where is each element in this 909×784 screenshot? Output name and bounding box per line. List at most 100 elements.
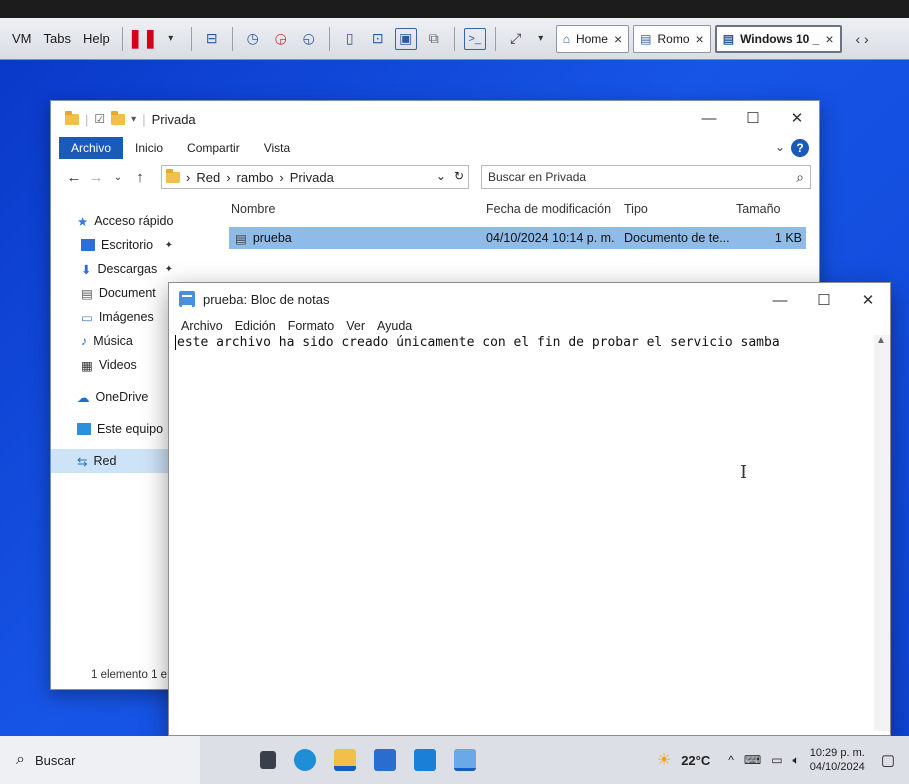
menu-ayuda[interactable]: Ayuda (371, 319, 418, 333)
column-tamano[interactable]: Tamaño (736, 198, 806, 220)
sidebar-item-escritorio[interactable]: Escritorio ✦ (51, 233, 181, 257)
home-icon: ⌂ (562, 31, 570, 46)
tab-windows-10[interactable]: ▤ Windows 10 _ × (714, 24, 842, 53)
pause-icon[interactable]: ❚❚ (128, 28, 158, 50)
status-bar: 1 elemento 1 e (91, 669, 168, 681)
sidebar-item-label: Acceso rápido (94, 214, 174, 228)
sidebar-toggle-icon[interactable]: ▯ (339, 28, 361, 50)
chevron-up-icon[interactable]: ^ (728, 753, 734, 767)
maximize-icon[interactable]: ☐ (731, 101, 775, 135)
close-icon[interactable]: × (825, 31, 833, 47)
sidebar-item-imagenes[interactable]: ▭ Imágenes (51, 305, 181, 329)
sidebar-item-descargas[interactable]: ⬇ Descargas ✦ (51, 257, 181, 281)
minimize-icon[interactable]: — (687, 101, 731, 135)
revert-snapshot-icon[interactable]: ◶ (270, 28, 292, 50)
search-input[interactable]: Buscar en Privada ⌕ (481, 165, 811, 189)
breadcrumb-rambo[interactable]: rambo (237, 170, 274, 185)
mail-icon[interactable] (414, 749, 436, 771)
close-icon[interactable]: ✕ (846, 283, 890, 317)
language-icon[interactable]: ⌨ (744, 753, 761, 767)
table-row[interactable]: ▤ prueba 04/10/2024 10:14 p. m. Document… (229, 227, 806, 249)
tab-archivo[interactable]: Archivo (59, 137, 124, 159)
address-bar[interactable]: › Red › rambo › Privada ⌄ ↻ (161, 165, 469, 189)
menu-ver[interactable]: Ver (340, 319, 371, 333)
forward-icon[interactable]: → (85, 169, 107, 186)
unity-icon[interactable]: ⧉ (423, 28, 445, 50)
search-icon: ⌕ (16, 751, 25, 768)
clock-date: 04/10/2024 (809, 761, 865, 773)
sidebar-item-videos[interactable]: ▦ Videos (51, 353, 181, 377)
chevron-down-icon[interactable]: ▾ (530, 28, 552, 50)
vm-menu-tabs[interactable]: Tabs (38, 31, 77, 46)
close-icon[interactable]: × (696, 31, 704, 47)
file-name: prueba (252, 231, 292, 245)
menu-edicion[interactable]: Edición (229, 319, 282, 333)
maximize-icon[interactable]: ☐ (802, 283, 846, 317)
weather-icon: ☀ (656, 752, 672, 769)
sidebar-item-onedrive[interactable]: ☁ OneDrive (51, 385, 181, 409)
expand-ribbon-icon[interactable]: ⌄ (775, 140, 785, 154)
vm-menu-vm[interactable]: VM (0, 31, 38, 46)
notepad-window: prueba: Bloc de notas — ☐ ✕ Archivo Edic… (168, 282, 891, 736)
breadcrumb-privada[interactable]: Privada (290, 170, 334, 185)
menu-archivo[interactable]: Archivo (175, 319, 229, 333)
properties-icon[interactable]: ☑ (94, 112, 105, 126)
clock[interactable]: 10:29 p. m. 04/10/2024 (810, 746, 865, 774)
volume-icon[interactable]: 🔈︎ (793, 753, 800, 768)
sidebar-item-documentos[interactable]: ▤ Document (51, 281, 181, 305)
tab-compartir[interactable]: Compartir (175, 137, 252, 159)
notepad-taskbar-icon[interactable] (454, 749, 476, 771)
column-tipo[interactable]: Tipo (624, 198, 736, 220)
screen: VM Tabs Help ❚❚ ▾ ⊟ ◷ ◶ ◵ ▯ ⊡ ▣ ⧉ >_ ⤢ ▾… (0, 0, 909, 784)
fullscreen-icon[interactable]: ⤢ (505, 28, 527, 50)
sidebar-item-red[interactable]: ⇆ Red (51, 449, 181, 473)
edge-icon[interactable] (294, 749, 316, 771)
fit-guest-icon[interactable]: ▣ (394, 27, 417, 50)
customize-qa-icon[interactable]: ▾ (131, 114, 136, 125)
file-date: 04/10/2024 10:14 p. m. (486, 231, 615, 245)
up-icon[interactable]: ↑ (129, 169, 151, 186)
computer-icon (77, 423, 91, 435)
minimize-icon[interactable]: — (758, 283, 802, 317)
vm-menu-help[interactable]: Help (77, 31, 116, 46)
network-adapter-icon[interactable]: ⊟ (201, 28, 223, 50)
new-folder-icon[interactable] (111, 110, 126, 125)
search-label: Buscar (34, 752, 76, 768)
back-icon[interactable]: ← (63, 169, 85, 186)
tab-romo[interactable]: ▤ Romo × (633, 24, 711, 53)
recent-locations-icon[interactable]: ⌄ (107, 172, 129, 183)
taskbar-search[interactable]: ⌕ Buscar (0, 736, 200, 784)
console-icon[interactable]: >_ (463, 27, 486, 50)
navigation-pane: ★ Acceso rápido Escritorio ✦ ⬇ Descargas… (51, 209, 181, 679)
tab-home[interactable]: ⌂ Home × (555, 24, 630, 53)
column-nombre[interactable]: Nombre (231, 198, 486, 220)
store-icon[interactable] (374, 749, 396, 771)
weather-temp[interactable]: 22°C (681, 753, 710, 768)
refresh-icon[interactable]: ↻ (454, 169, 464, 183)
file-explorer-icon[interactable] (334, 749, 356, 771)
sidebar-item-musica[interactable]: ♪ Música (51, 329, 181, 353)
manage-snapshots-icon[interactable]: ◵ (298, 28, 320, 50)
tab-vista[interactable]: Vista (252, 137, 302, 159)
menu-formato[interactable]: Formato (282, 319, 341, 333)
tab-inicio[interactable]: Inicio (123, 137, 175, 159)
text-editor[interactable]: este archivo ha sido creado únicamente c… (173, 335, 874, 731)
tab-scroll-arrows[interactable]: ‹ › (856, 31, 869, 47)
close-icon[interactable]: × (614, 31, 622, 47)
breadcrumb-red[interactable]: Red (196, 170, 220, 185)
help-icon[interactable]: ? (791, 139, 809, 157)
notifications-icon[interactable]: ▢ (881, 751, 895, 769)
snapshot-icon[interactable]: ◷ (242, 28, 264, 50)
sidebar-item-este-equipo[interactable]: Este equipo (51, 417, 181, 441)
close-icon[interactable]: ✕ (775, 101, 819, 135)
column-fecha[interactable]: Fecha de modificación (486, 198, 624, 220)
task-view-icon[interactable] (260, 751, 276, 769)
thumbnail-bar-icon[interactable]: ⊡ (367, 28, 389, 50)
divider (453, 26, 455, 51)
chevron-down-icon[interactable]: ⌄ (436, 169, 446, 183)
scroll-up-icon[interactable]: ▲ (876, 335, 886, 346)
scrollbar[interactable]: ▲ (874, 335, 890, 731)
network-icon[interactable]: ▭ (771, 753, 782, 767)
sidebar-item-acceso-rapido[interactable]: ★ Acceso rápido (51, 209, 181, 233)
chevron-down-icon[interactable]: ▾ (160, 28, 182, 50)
